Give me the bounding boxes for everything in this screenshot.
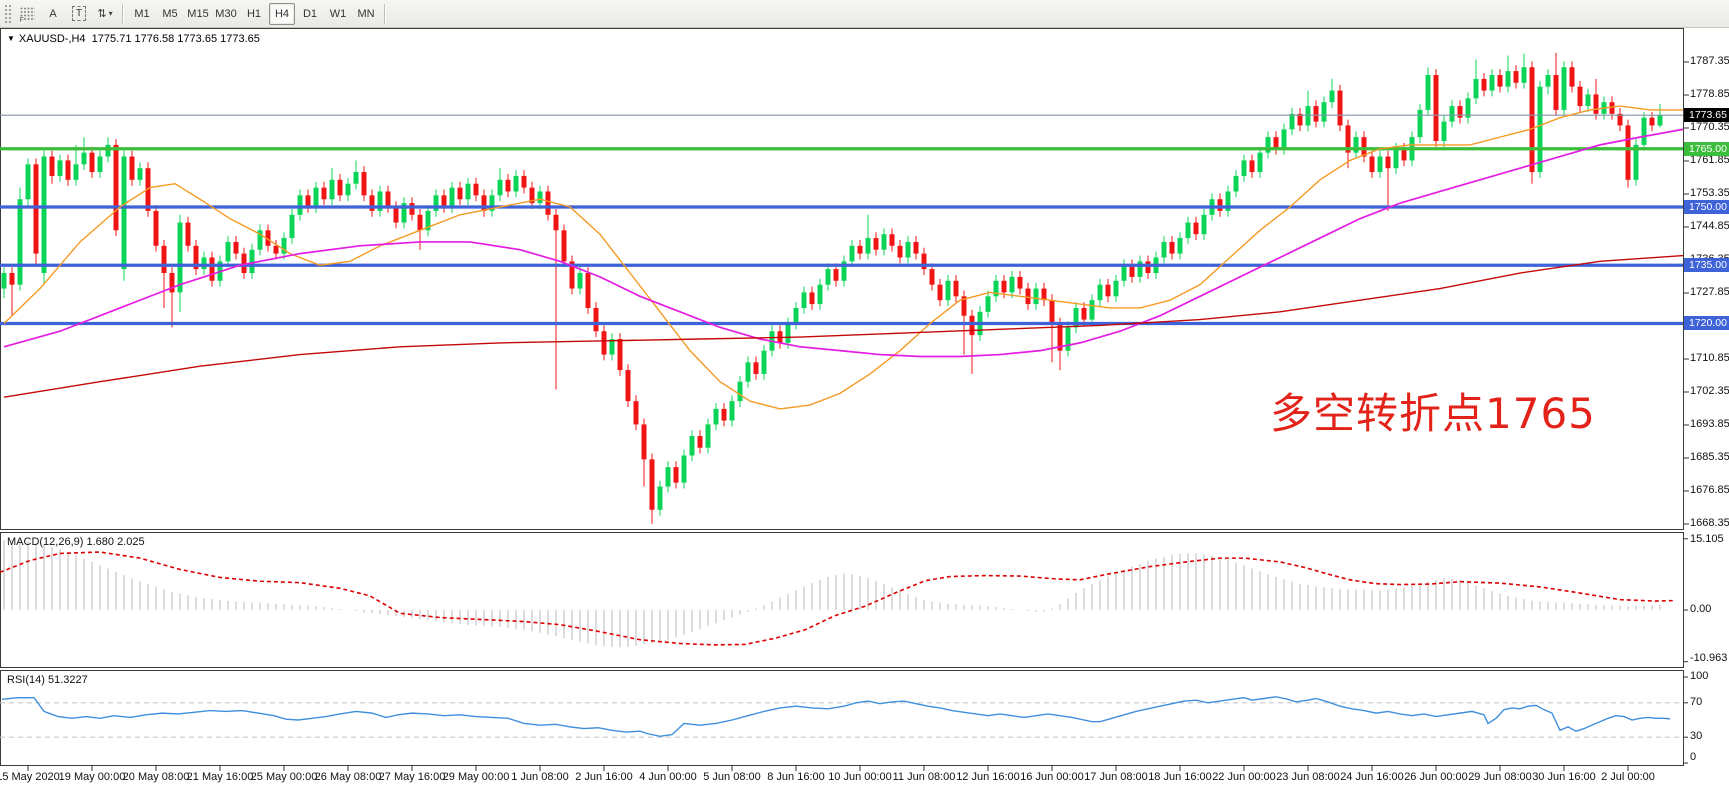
timeframe-button-m5[interactable]: M5: [157, 3, 183, 25]
price-axis-label: 1727.85: [1690, 286, 1729, 298]
price-axis-label: 1744.85: [1690, 220, 1729, 232]
time-axis-label: 15 May 2020: [0, 771, 60, 783]
arrows-icon: ⇅: [97, 7, 106, 20]
price-tag-1720.00[interactable]: 1720.00: [1684, 316, 1729, 330]
rsi-axis-label: 30: [1690, 730, 1702, 742]
time-axis-label: 24 Jun 16:00: [1340, 771, 1404, 783]
macd-axis-label: -10.963: [1690, 652, 1727, 664]
price-axis-label: 1761.85: [1690, 154, 1729, 166]
time-axis-label: 4 Jun 00:00: [639, 771, 697, 783]
timeframe-button-mn[interactable]: MN: [353, 3, 379, 25]
current-price-tag: 1773.65: [1684, 108, 1729, 122]
time-axis-label: 21 May 16:00: [187, 771, 254, 783]
price-axis-label: 1787.35: [1690, 55, 1729, 67]
toolbar-drag-handle[interactable]: [4, 4, 12, 24]
timeframe-button-h4[interactable]: H4: [269, 3, 295, 25]
time-axis-label: 16 Jun 00:00: [1020, 771, 1084, 783]
symbol-title[interactable]: ▼ XAUUSD-,H4 1775.71 1776.58 1773.65 1773…: [7, 33, 260, 45]
time-axis-label: 5 Jun 08:00: [703, 771, 761, 783]
time-axis-label: 2 Jun 16:00: [575, 771, 633, 783]
price-axis-label: 1710.85: [1690, 352, 1729, 364]
textbox-tool-icon: T: [72, 6, 86, 21]
macd-axis-label: 15.105: [1690, 533, 1724, 545]
time-axis-label: 1 Jun 08:00: [511, 771, 569, 783]
chevron-down-icon: ▾: [109, 9, 113, 18]
time-axis-label: 23 Jun 08:00: [1276, 771, 1340, 783]
time-axis-label: 8 Jun 16:00: [767, 771, 825, 783]
time-axis-label: 10 Jun 00:00: [828, 771, 892, 783]
time-axis-label: 19 May 00:00: [59, 771, 126, 783]
toolbar: F A T ⇅ ▾ M1M5M15M30H1H4D1W1MN: [0, 0, 1729, 28]
timeframe-button-h1[interactable]: H1: [241, 3, 267, 25]
rsi-axis-label: 0: [1690, 751, 1696, 763]
rsi-axis-label: 100: [1690, 670, 1708, 682]
time-axis-label: 27 May 16:00: [379, 771, 446, 783]
price-axis-label: 1753.35: [1690, 187, 1729, 199]
time-axis-label: 29 May 00:00: [443, 771, 510, 783]
price-axis-label: 1702.35: [1690, 385, 1729, 397]
toolbar-separator: [384, 4, 386, 24]
timeframe-button-d1[interactable]: D1: [297, 3, 323, 25]
time-axis-label: 12 Jun 16:00: [956, 771, 1020, 783]
timeframe-button-m15[interactable]: M15: [185, 3, 211, 25]
collapse-arrow-icon[interactable]: ▼: [7, 34, 15, 43]
textbox-tool-button[interactable]: T: [67, 3, 91, 25]
time-axis-label: 29 Jun 08:00: [1468, 771, 1532, 783]
time-axis-label: 25 May 00:00: [251, 771, 318, 783]
price-tag-1765.00[interactable]: 1765.00: [1684, 142, 1729, 156]
timeframe-button-group: M1M5M15M30H1H4D1W1MN: [128, 3, 380, 25]
price-axis-label: 1770.35: [1690, 121, 1729, 133]
timeframe-button-w1[interactable]: W1: [325, 3, 351, 25]
price-axis-label: 1676.85: [1690, 484, 1729, 496]
time-axis-label: 2 Jul 00:00: [1601, 771, 1655, 783]
price-axis-label: 1668.35: [1690, 517, 1729, 529]
chart-annotation-text: 多空转折点1765: [1270, 392, 1596, 436]
timeframe-button-m30[interactable]: M30: [213, 3, 239, 25]
mt4-window: F A T ⇅ ▾ M1M5M15M30H1H4D1W1MN ▼ XAUUSD-,…: [0, 0, 1729, 791]
price-tag-1735.00[interactable]: 1735.00: [1684, 258, 1729, 272]
price-axis-label: 1778.85: [1690, 88, 1729, 100]
macd-axis-label: 0.00: [1690, 603, 1711, 615]
time-axis-label: 26 May 08:00: [315, 771, 382, 783]
rsi-indicator-label: RSI(14) 51.3227: [7, 674, 88, 686]
rsi-panel: [1, 671, 1684, 766]
price-axis-label: 1693.85: [1690, 418, 1729, 430]
time-axis-label: 20 May 08:00: [123, 771, 190, 783]
time-axis-label: 26 Jun 00:00: [1404, 771, 1468, 783]
time-axis-label: 11 Jun 08:00: [893, 771, 956, 783]
text-tool-button[interactable]: A: [41, 3, 65, 25]
time-axis-label: 22 Jun 00:00: [1212, 771, 1276, 783]
timeframe-button-m1[interactable]: M1: [129, 3, 155, 25]
time-axis-label: 18 Jun 16:00: [1148, 771, 1212, 783]
rsi-axis-label: 70: [1690, 696, 1702, 708]
symbol-ohlc: 1775.71 1776.58 1773.65 1773.65: [92, 33, 260, 45]
price-axis-label: 1685.35: [1690, 451, 1729, 463]
symbol-name: XAUUSD-,H4: [19, 33, 86, 45]
toolbar-separator: [122, 4, 124, 24]
time-axis-label: 30 Jun 16:00: [1532, 771, 1596, 783]
arrange-tool-button[interactable]: ⇅ ▾: [93, 3, 117, 25]
f-grid-icon[interactable]: F: [15, 3, 39, 25]
price-tag-1750.00[interactable]: 1750.00: [1684, 200, 1729, 214]
macd-panel: [1, 533, 1684, 668]
time-axis-label: 17 Jun 08:00: [1084, 771, 1148, 783]
macd-indicator-label: MACD(12,26,9) 1.680 2.025: [7, 536, 145, 548]
